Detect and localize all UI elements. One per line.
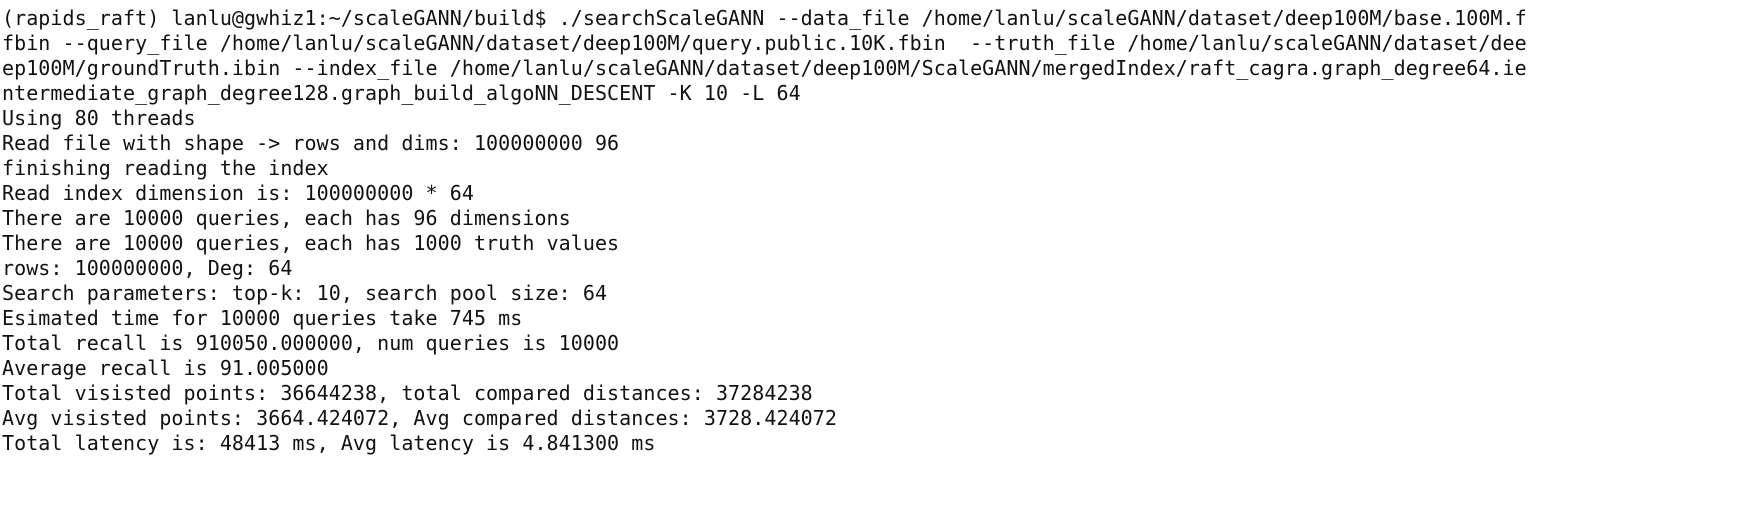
output-line-reading: finishing reading the index	[2, 156, 329, 180]
output-line-avg-visited: Avg visisted points: 3664.424072, Avg co…	[2, 406, 837, 430]
output-line-average-recall: Average recall is 91.005000	[2, 356, 329, 380]
command-line-1: (rapids_raft) lanlu@gwhiz1:~/scaleGANN/b…	[2, 6, 1527, 30]
output-line-queries-dims: There are 10000 queries, each has 96 dim…	[2, 206, 571, 230]
command-line-4: ntermediate_graph_degree128.graph_build_…	[2, 81, 801, 105]
output-line-search-params: Search parameters: top-k: 10, search poo…	[2, 281, 608, 305]
command-line-2: fbin --query_file /home/lanlu/scaleGANN/…	[2, 31, 1527, 55]
output-line-total-recall: Total recall is 910050.000000, num queri…	[2, 331, 620, 355]
output-line-rows-deg: rows: 100000000, Deg: 64	[2, 256, 293, 280]
output-line-latency: Total latency is: 48413 ms, Avg latency …	[2, 431, 656, 455]
output-line-shape: Read file with shape -> rows and dims: 1…	[2, 131, 620, 155]
output-line-index-dim: Read index dimension is: 100000000 * 64	[2, 181, 474, 205]
output-line-estimated-time: Esimated time for 10000 queries take 745…	[2, 306, 523, 330]
terminal-output[interactable]: (rapids_raft) lanlu@gwhiz1:~/scaleGANN/b…	[0, 0, 1760, 508]
command-line-3: ep100M/groundTruth.ibin --index_file /ho…	[2, 56, 1527, 80]
output-line-total-visited: Total visisted points: 36644238, total c…	[2, 381, 813, 405]
output-line-threads: Using 80 threads	[2, 106, 196, 130]
output-line-queries-truth: There are 10000 queries, each has 1000 t…	[2, 231, 620, 255]
